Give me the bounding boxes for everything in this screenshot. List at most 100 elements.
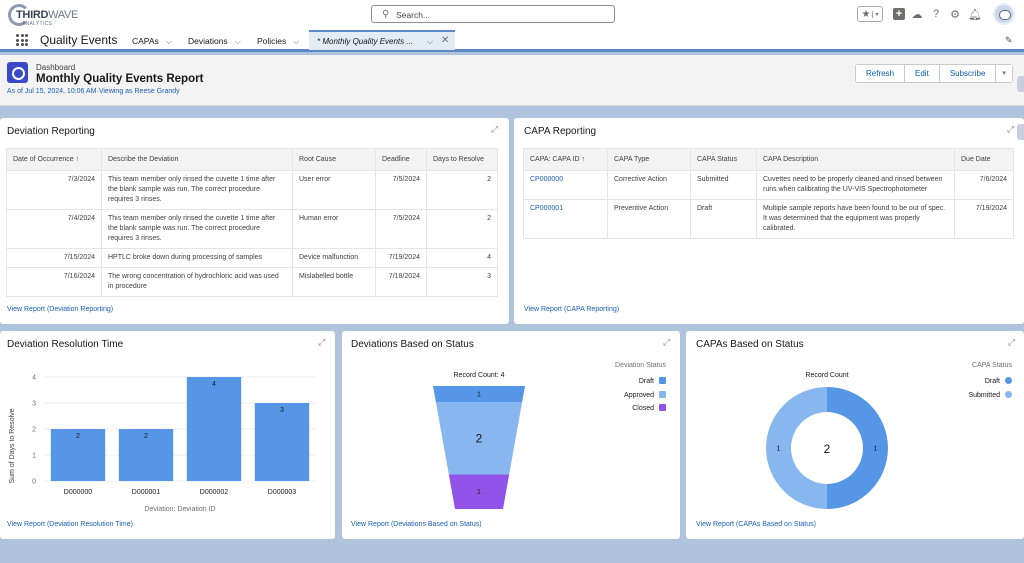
add-icon[interactable]: + <box>893 8 905 20</box>
view-report-link[interactable]: View Report (CAPA Reporting) <box>524 306 619 313</box>
dashboard-timestamp: As of Jul 15, 2024, 10:06 AM·Viewing as … <box>7 88 180 95</box>
funnel-value-label: 1 <box>477 391 481 398</box>
nav-item-deviations[interactable]: Deviations ⌵ <box>188 36 241 47</box>
side-panel-toggle[interactable] <box>1017 124 1024 140</box>
column-header[interactable]: Describe the Deviation <box>101 148 293 171</box>
funnel-value-label: 2 <box>476 431 483 445</box>
chevron-down-icon[interactable]: ⌵ <box>427 37 433 47</box>
trailhead-icon[interactable]: ☁ <box>910 6 924 22</box>
column-header[interactable]: Days to Resolve <box>426 148 498 171</box>
column-header[interactable]: Date of Occurrence ↑ <box>6 148 102 171</box>
column-header[interactable]: Due Date <box>954 148 1014 171</box>
view-report-link[interactable]: View Report (Deviations Based on Status) <box>351 521 482 528</box>
cell-deadline: 7/19/2024 <box>375 248 427 268</box>
dashboard-actions: Refresh Edit Subscribe ▾ <box>855 64 1013 83</box>
column-header[interactable]: CAPA: CAPA ID ↑ <box>523 148 608 171</box>
cell-days: 4 <box>426 248 498 268</box>
table-row: 7/15/2024 HPTLC broke down during proces… <box>6 248 498 268</box>
nav-item-label: CAPAs <box>132 36 159 46</box>
global-search-input[interactable]: ⚲ Search... <box>371 5 615 23</box>
app-name: Quality Events <box>40 33 118 47</box>
expand-icon[interactable]: ⤢ <box>663 337 670 348</box>
legend-item-approved[interactable]: Approved <box>624 391 666 399</box>
table-row: 7/4/2024 This team member only rinsed th… <box>6 209 498 249</box>
x-tick-label: D000000 <box>64 489 93 496</box>
donut-value-label: 1 <box>777 446 781 453</box>
cell-description: This team member only rinsed the cuvette… <box>101 170 293 210</box>
more-actions-button[interactable]: ▾ <box>996 65 1012 82</box>
view-report-link[interactable]: View Report (Deviation Reporting) <box>7 306 113 313</box>
donut-slice <box>827 387 888 509</box>
expand-icon[interactable]: ⤢ <box>491 124 498 135</box>
avatar[interactable] <box>993 3 1015 25</box>
help-icon[interactable]: ? <box>930 6 942 22</box>
column-header[interactable]: Root Cause <box>292 148 376 171</box>
notifications-bell-icon[interactable]: 🔔︎ <box>968 6 982 22</box>
table-row: 7/3/2024 This team member only rinsed th… <box>6 170 498 210</box>
nav-item-label: Policies <box>257 36 287 46</box>
cell-date: 7/4/2024 <box>6 209 102 249</box>
donut-chart: Record Count 1 1 2 <box>766 372 888 509</box>
nav-item-capas[interactable]: CAPAs ⌵ <box>132 36 172 47</box>
chevron-down-icon[interactable]: ⌵ <box>293 37 299 46</box>
tab-label: * Monthly Quality Events ... <box>317 37 414 46</box>
expand-icon[interactable]: ⤢ <box>1007 124 1014 135</box>
deviation-reporting-card: Deviation Reporting ⤢ Date of Occurrence… <box>0 118 509 324</box>
favorites-button[interactable]: ★ ▾ <box>857 6 883 22</box>
cell-deadline: 7/5/2024 <box>375 170 427 210</box>
nav-item-policies[interactable]: Policies ⌵ <box>257 36 299 47</box>
donut-slice <box>766 387 827 509</box>
cell-type: Preventive Action <box>607 199 691 239</box>
cell-status: Draft <box>690 199 757 239</box>
cell-description: Multiple sample reports have been found … <box>756 199 955 239</box>
x-tick-label: D000003 <box>268 489 297 496</box>
setup-gear-icon[interactable]: ⚙ <box>949 6 961 22</box>
column-header[interactable]: CAPA Type <box>607 148 691 171</box>
favorites-dropdown-icon[interactable]: ▾ <box>872 10 880 18</box>
company-logo[interactable]: THIRDWAVE ANALYTICS <box>8 3 88 27</box>
column-header[interactable]: CAPA Description <box>756 148 955 171</box>
capa-id-link[interactable]: CP000000 <box>523 170 608 200</box>
chevron-down-icon[interactable]: ⌵ <box>166 37 172 46</box>
cell-description: The wrong concentration of hydrochloric … <box>101 267 293 297</box>
legend-item-closed[interactable]: Closed <box>632 404 666 412</box>
refresh-button[interactable]: Refresh <box>856 65 906 82</box>
favorites-star-icon: ★ <box>861 8 871 20</box>
bar <box>186 377 242 481</box>
expand-icon[interactable]: ⤢ <box>1008 337 1015 348</box>
bar-value-label: 4 <box>212 381 216 388</box>
legend-item-draft[interactable]: Draft <box>985 377 1012 385</box>
y-axis-label: Sum of Days to Resolve <box>9 408 16 483</box>
subscribe-button[interactable]: Subscribe <box>939 65 997 82</box>
legend-label: Closed <box>632 405 654 412</box>
x-tick-label: D000001 <box>132 489 161 496</box>
edit-nav-pencil-icon[interactable]: ✎ <box>1005 35 1013 46</box>
donut-value-label: 1 <box>874 446 878 453</box>
donut-subtitle: Record Count <box>805 372 848 379</box>
edit-button[interactable]: Edit <box>905 65 940 82</box>
cell-days: 2 <box>426 209 498 249</box>
side-panel-toggle[interactable] <box>1017 76 1024 92</box>
cell-root-cause: User error <box>292 170 376 210</box>
search-placeholder: Search... <box>396 10 431 20</box>
legend-swatch <box>659 377 666 384</box>
column-header[interactable]: CAPA Status <box>690 148 757 171</box>
view-report-link[interactable]: View Report (CAPAs Based on Status) <box>696 521 816 528</box>
legend-swatch <box>1005 391 1012 398</box>
x-tick-label: D000002 <box>200 489 229 496</box>
capa-id-link[interactable]: CP000001 <box>523 199 608 239</box>
donut-total: 2 <box>824 442 831 456</box>
tab-monthly-quality-events[interactable]: * Monthly Quality Events ... ⌵ ✕ <box>309 30 455 50</box>
chevron-down-icon[interactable]: ⌵ <box>235 37 241 46</box>
legend-item-submitted[interactable]: Submitted <box>968 391 1012 399</box>
app-launcher-icon[interactable] <box>16 34 28 46</box>
legend-item-draft[interactable]: Draft <box>639 377 666 385</box>
view-report-link[interactable]: View Report (Deviation Resolution Time) <box>7 521 133 528</box>
close-icon[interactable]: ✕ <box>441 35 449 46</box>
y-tick-label: 4 <box>32 375 36 382</box>
table-row: 7/16/2024 The wrong concentration of hyd… <box>6 267 498 297</box>
legend-title: CAPA Status <box>972 362 1012 369</box>
column-header[interactable]: Deadline <box>375 148 427 171</box>
funnel-chart: Record Count: 4 1 2 1 <box>433 372 525 509</box>
card-title: Deviation Reporting <box>7 126 95 137</box>
